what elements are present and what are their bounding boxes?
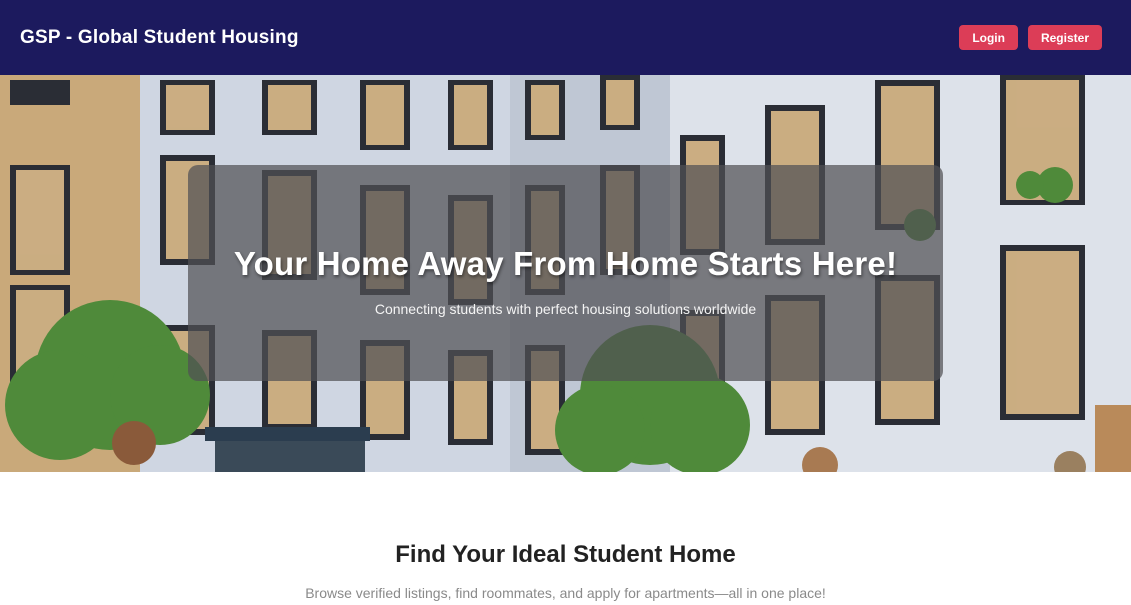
hero-section: Your Home Away From Home Starts Here! Co… — [0, 75, 1131, 472]
auth-buttons: Login Register — [959, 25, 1102, 50]
register-button[interactable]: Register — [1027, 25, 1102, 50]
brand-logo-text[interactable]: GSP - Global Student Housing — [20, 27, 299, 49]
navbar: GSP - Global Student Housing Login Regis… — [0, 0, 1131, 75]
hero-title: Your Home Away From Home Starts Here! — [233, 245, 898, 282]
login-button[interactable]: Login — [959, 25, 1018, 50]
intro-heading: Find Your Ideal Student Home — [395, 541, 736, 568]
hero-subtitle: Connecting students with perfect housing… — [374, 301, 757, 317]
intro-subtitle: Browse verified listings, find roommates… — [305, 585, 826, 601]
